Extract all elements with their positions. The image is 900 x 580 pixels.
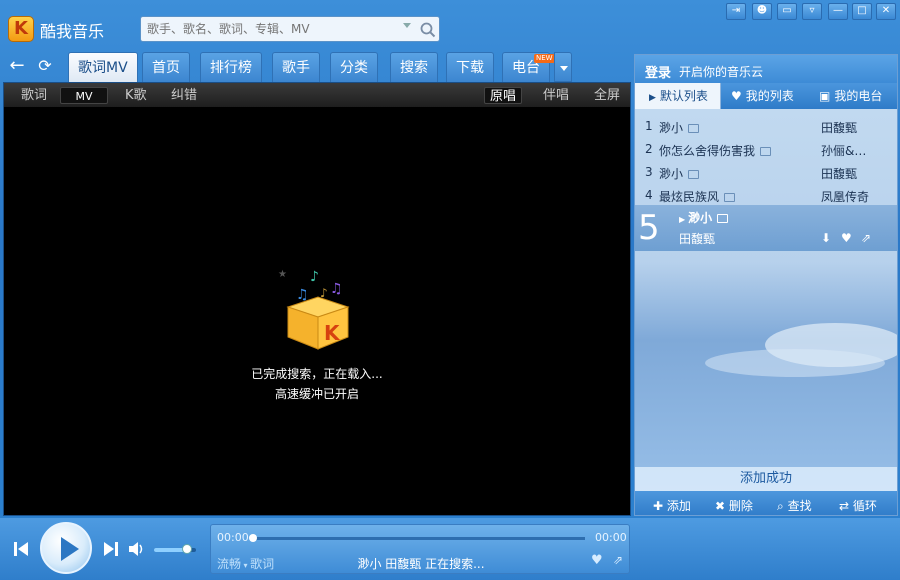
chevron-down-icon: ▾ — [241, 561, 251, 570]
tab-search[interactable]: 搜索 — [390, 52, 438, 82]
settings-icon[interactable]: ▿ — [802, 3, 822, 20]
loading-box-icon: ★ ♪ ♫ ♪ ♫ K — [278, 269, 350, 350]
find-button[interactable]: ⌕ 查找 — [777, 497, 812, 514]
loop-button[interactable]: ⇄ 循环 — [839, 497, 877, 514]
triangle-right-icon: ▶ — [679, 215, 686, 224]
add-button[interactable]: ✚ 添加 — [653, 497, 691, 514]
next-icon[interactable] — [102, 540, 120, 558]
list-item[interactable]: 3 渺小 田馥甄 — [635, 161, 897, 183]
volume-icon[interactable] — [128, 541, 146, 557]
search-icon: ⌕ — [777, 499, 784, 513]
new-badge: NEW — [534, 54, 555, 63]
tab-default-list[interactable]: ▶ 默认列表 — [635, 83, 721, 109]
mv-icon[interactable] — [724, 193, 736, 202]
subtab-correct[interactable]: 纠错 — [166, 87, 202, 104]
refresh-icon[interactable]: ⟳ — [34, 56, 56, 78]
playlist-panel: 登录 开启你的音乐云 ▶ 默认列表 ♥ 我的列表 ▣ 我的电台 1 渺小 田馥甄 2 … — [634, 54, 898, 516]
tab-download[interactable]: 下载 — [446, 52, 494, 82]
now-playing-row[interactable]: 5 ▶ 渺小 田馥甄 ⬇ ♥ ⇗ — [635, 205, 897, 251]
tab-home[interactable]: 首页 — [142, 52, 190, 82]
back-icon[interactable]: ← — [6, 56, 28, 78]
subtab-karaoke[interactable]: K歌 — [120, 87, 152, 104]
plus-icon: ✚ — [653, 499, 664, 513]
tab-category[interactable]: 分类 — [330, 52, 378, 82]
buffer-message: 高速缓冲已开启 — [274, 387, 359, 401]
subtab-mv[interactable]: MV — [60, 87, 108, 104]
skin-icon[interactable]: ☻ — [752, 3, 772, 20]
vocal-original-button[interactable]: 原唱 — [484, 87, 523, 104]
minimize-icon[interactable]: — — [828, 3, 848, 20]
heart-icon: ♥ — [731, 89, 742, 103]
close-icon[interactable]: ✕ — [876, 3, 896, 20]
tab-singers[interactable]: 歌手 — [272, 52, 320, 82]
quality-dropdown[interactable]: 流畅 — [217, 557, 241, 571]
share-icon[interactable]: ⇗ — [613, 553, 623, 567]
playlist-toolbar: ✚ 添加 ✖ 删除 ⌕ 查找 ⇄ 循环 — [635, 491, 897, 515]
player-bar: 00:00 00:00 流畅 ▾ 歌词 渺小 田馥甄 正在搜索... ♥ ⇗ — [0, 518, 900, 580]
time-total: 00:00 — [595, 531, 627, 544]
mv-icon[interactable] — [760, 147, 772, 156]
svg-text:♫: ♫ — [330, 281, 343, 297]
mv-icon[interactable] — [717, 214, 729, 223]
tab-charts[interactable]: 排行榜 — [200, 52, 262, 82]
fullscreen-button[interactable]: 全屏 — [589, 87, 625, 104]
mv-icon[interactable] — [688, 170, 700, 179]
time-current: 00:00 — [217, 531, 249, 544]
tab-more-dropdown[interactable] — [554, 52, 572, 82]
list-item[interactable]: 1 渺小 田馥甄 — [635, 115, 897, 137]
delete-button[interactable]: ✖ 删除 — [715, 497, 753, 514]
progress-panel: 00:00 00:00 流畅 ▾ 歌词 渺小 田馥甄 正在搜索... ♥ ⇗ — [210, 524, 630, 574]
favorite-heart-icon[interactable]: ♥ — [591, 553, 603, 568]
kuwo-logo-icon: K — [8, 16, 34, 42]
status-message: 添加成功 — [635, 467, 897, 491]
loop-icon: ⇄ — [839, 499, 850, 513]
login-row: 登录 开启你的音乐云 — [635, 55, 897, 83]
search-dropdown-icon[interactable] — [403, 23, 411, 28]
progress-knob[interactable] — [249, 534, 257, 542]
mini-mode-icon[interactable]: ⇥ — [726, 3, 746, 20]
radio-icon: ▣ — [819, 89, 831, 103]
app-title: 酷我音乐 — [40, 22, 105, 41]
search-box[interactable] — [140, 16, 440, 42]
search-input[interactable] — [147, 20, 397, 38]
tab-lyric-mv[interactable]: 歌词MV — [68, 52, 138, 82]
title-bar: K 酷我音乐 ⇥ ☻ ▭ ▿ — □ ✕ — [0, 0, 900, 52]
playlist-tabs: ▶ 默认列表 ♥ 我的列表 ▣ 我的电台 — [635, 83, 897, 109]
list-item[interactable]: 4 最炫民族风 凤凰传奇 — [635, 184, 897, 206]
music-cloud-link[interactable]: 开启你的音乐云 — [679, 63, 763, 80]
x-icon: ✖ — [715, 499, 726, 513]
previous-icon[interactable] — [12, 540, 30, 558]
search-icon[interactable] — [419, 21, 437, 39]
mv-icon[interactable] — [688, 124, 700, 133]
subtab-lyrics[interactable]: 歌词 — [16, 87, 52, 104]
volume-knob[interactable] — [181, 544, 192, 554]
sky-background — [705, 323, 897, 377]
svg-text:♪: ♪ — [310, 269, 319, 285]
video-subbar: 歌词 MV K歌 纠错 原唱 伴唱 全屏 — [4, 83, 630, 107]
tab-my-list[interactable]: ♥ 我的列表 — [731, 83, 794, 109]
download-icon[interactable]: ⬇ — [821, 231, 831, 245]
svg-text:K: K — [324, 321, 341, 345]
loading-message: 已完成搜索，正在载入... — [251, 367, 383, 381]
heart-icon[interactable]: ♥ — [841, 231, 852, 245]
progress-slider[interactable] — [249, 534, 585, 542]
maximize-icon[interactable]: □ — [852, 3, 872, 20]
list-item[interactable]: 2 你怎么舍得伤害我 孙俪&… — [635, 138, 897, 160]
video-panel: 歌词 MV K歌 纠错 原唱 伴唱 全屏 ★ ♪ ♫ ♪ ♫ K 已完成搜索，正… — [3, 82, 631, 516]
play-button[interactable] — [40, 522, 92, 574]
login-link[interactable]: 登录 — [645, 62, 671, 81]
nav-row: ← ⟳ 歌词MV 首页 排行榜 歌手 分类 搜索 下载 电台 NEW — [0, 52, 632, 82]
share-icon[interactable]: ⇗ — [861, 231, 871, 245]
vocal-accompaniment-button[interactable]: 伴唱 — [538, 87, 574, 104]
volume-slider[interactable] — [154, 544, 196, 554]
svg-text:★: ★ — [278, 269, 287, 280]
now-playing-text: 渺小 田馥甄 正在搜索... — [357, 557, 485, 571]
menu-icon[interactable]: ▭ — [777, 3, 797, 20]
tab-my-radio[interactable]: ▣ 我的电台 — [819, 83, 882, 109]
triangle-right-icon: ▶ — [649, 93, 656, 103]
